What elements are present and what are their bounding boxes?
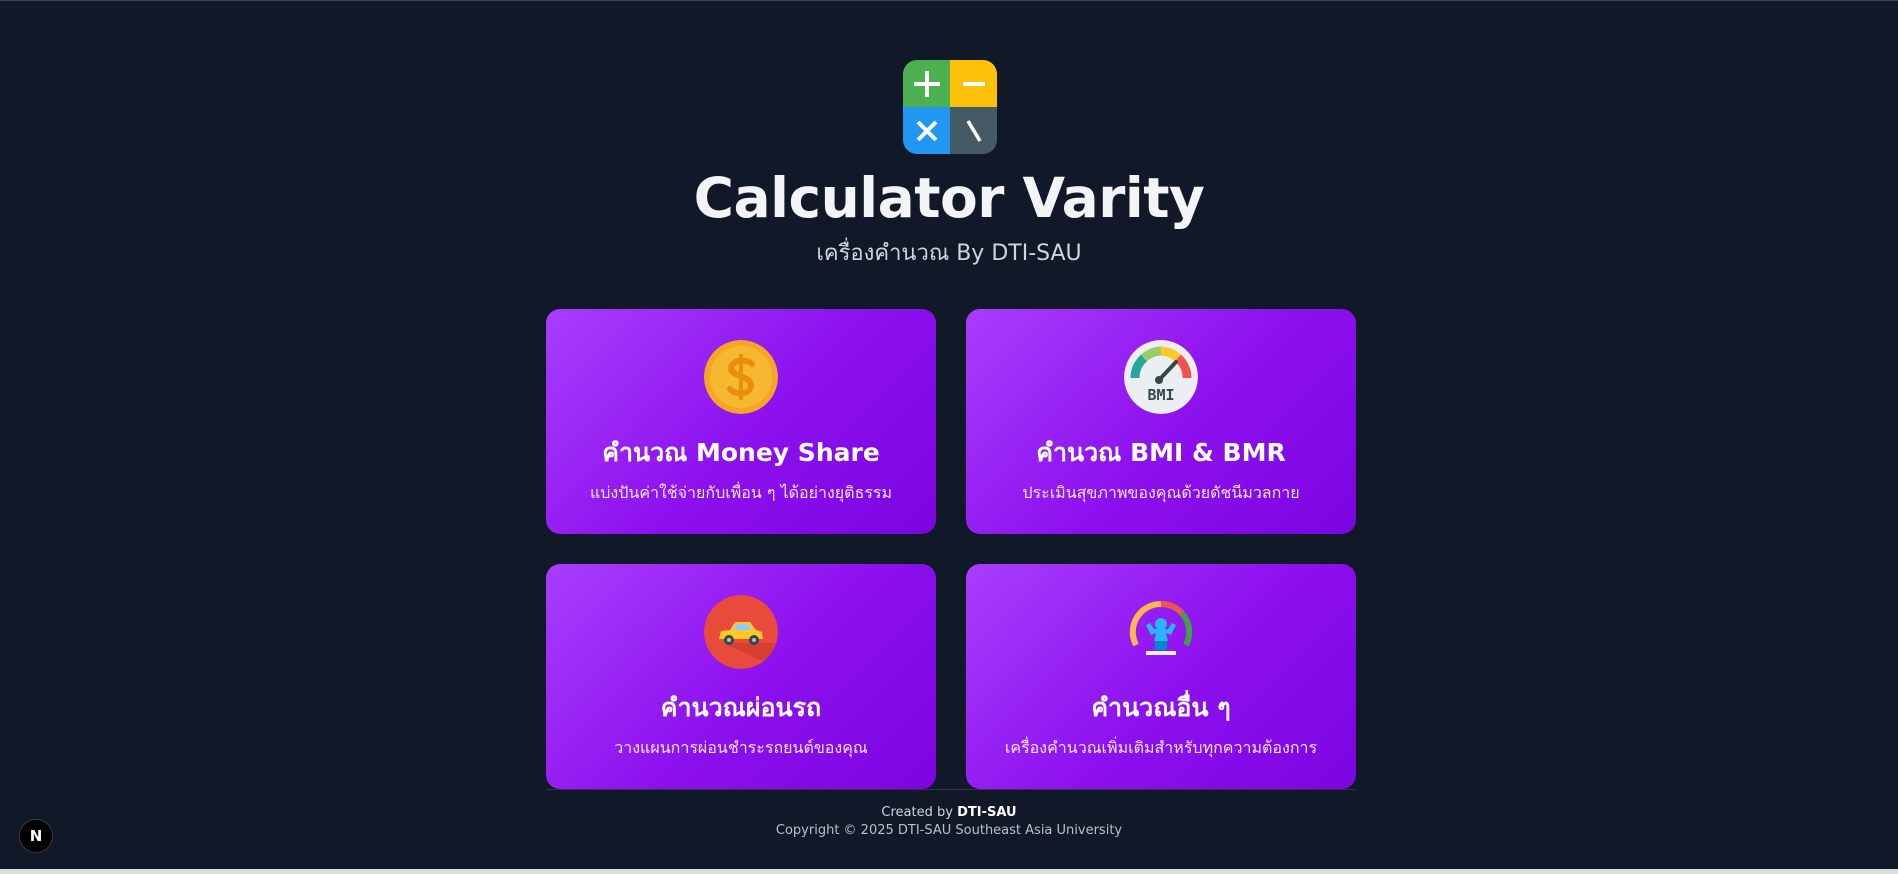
calculator-logo xyxy=(903,60,997,154)
card-title: คำนวณผ่อนรถ xyxy=(660,693,822,722)
card-description: เครื่องคำนวณเพิ่มเติมสำหรับทุกความต้องกา… xyxy=(1004,738,1318,757)
car-icon xyxy=(704,595,778,669)
card-title: คำนวณอื่น ๆ xyxy=(1091,693,1231,722)
dollar-coin-icon xyxy=(704,340,778,414)
footer-credit-prefix: Created by xyxy=(881,805,953,820)
card-title: คำนวณ BMI & BMR xyxy=(1036,438,1286,467)
money-share-card[interactable]: คำนวณ Money Share แบ่งปันค่าใช้จ่ายกับเพ… xyxy=(546,309,936,534)
minus-icon xyxy=(950,60,997,107)
card-title: คำนวณ Money Share xyxy=(602,438,880,467)
plus-icon xyxy=(903,60,950,107)
nextjs-dev-badge[interactable]: N xyxy=(19,819,53,853)
nextjs-logo-icon: N xyxy=(29,827,43,845)
bmi-icon-text: BMI xyxy=(1147,386,1174,404)
car-loan-card[interactable]: คำนวณผ่อนรถ วางแผนการผ่อนชำระรถยนต์ของคุ… xyxy=(546,564,936,789)
card-description: ประเมินสุขภาพของคุณด้วยดัชนีมวลกาย xyxy=(1022,483,1300,502)
bottom-border xyxy=(0,869,1898,874)
other-calculators-card[interactable]: คำนวณอื่น ๆ เครื่องคำนวณเพิ่มเติมสำหรับท… xyxy=(966,564,1356,789)
page-title: Calculator Varity xyxy=(693,166,1205,230)
divide-icon xyxy=(950,107,997,154)
card-description: แบ่งปันค่าใช้จ่ายกับเพื่อน ๆ ได้อย่างยุต… xyxy=(589,483,893,502)
bmi-gauge-icon: BMI xyxy=(1124,340,1198,414)
footer-credit-author: DTI-SAU xyxy=(957,805,1017,820)
multiply-icon xyxy=(903,107,950,154)
strong-person-icon xyxy=(1124,595,1198,669)
card-description: วางแผนการผ่อนชำระรถยนต์ของคุณ xyxy=(614,738,868,757)
page-subtitle: เครื่องคำนวณ By DTI-SAU xyxy=(816,241,1082,266)
footer-divider xyxy=(546,789,1356,790)
footer-copyright: Copyright © 2025 DTI-SAU Southeast Asia … xyxy=(775,823,1123,838)
top-border xyxy=(0,0,1898,1)
bmi-bmr-card[interactable]: BMI คำนวณ BMI & BMR ประเมินสุขภาพของคุณด… xyxy=(966,309,1356,534)
footer-credit: Created by DTI-SAU xyxy=(0,805,1898,820)
